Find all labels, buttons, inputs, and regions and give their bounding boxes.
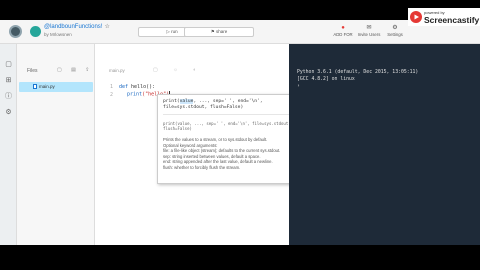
- add-for-button[interactable]: ● ADD FOR: [330, 25, 356, 37]
- console-line: Python 3.6.1 (default, Dec 2015, 13:05:1…: [297, 70, 419, 75]
- console-panel[interactable]: Python 3.6.1 (default, Dec 2015, 13:05:1…: [289, 44, 480, 245]
- tooltip-signature: print(value, ..., sep=' ', end='\n', fil…: [163, 99, 297, 115]
- files-panel: Files ▢ ▤ ⇪ main.py: [17, 44, 95, 245]
- repl-title[interactable]: @landbounFunctions! ☆: [44, 23, 110, 30]
- console-line: [GCC 4.8.2] on linux: [297, 77, 355, 82]
- settings-rail-icon[interactable]: ⚙: [4, 108, 13, 117]
- code-line[interactable]: 1 def hello():: [99, 84, 155, 90]
- file-icon: [33, 84, 37, 89]
- record-icon: ●: [341, 25, 345, 31]
- invite-icon: ✉: [366, 25, 372, 31]
- watermark-brand: Screencastify: [424, 15, 480, 25]
- editor-tab-main-py[interactable]: main.py: [99, 66, 139, 76]
- repl-logo-icon[interactable]: [9, 25, 22, 38]
- settings-label: Settings: [387, 32, 403, 37]
- editor-toolbar-icons[interactable]: ▢ ☼ ◐: [153, 67, 203, 73]
- code-keyword: print: [127, 91, 143, 98]
- info-icon[interactable]: ⓘ: [4, 92, 13, 101]
- code-text: hello():: [128, 84, 156, 90]
- signature-help-tooltip: print(value, ..., sep=' ', end='\n', fil…: [157, 94, 303, 184]
- settings-icon: ⚙: [392, 25, 398, 31]
- add-for-label: ADD FOR: [333, 32, 353, 37]
- file-name: main.py: [39, 84, 55, 89]
- tooltip-desc-line: file: a file-like object (stream); defau…: [163, 148, 281, 154]
- console-prompt: ›: [297, 84, 300, 89]
- screencastify-logo-icon: [410, 11, 422, 23]
- file-item-main-py[interactable]: main.py: [19, 82, 93, 92]
- repl-title-text: @landbounFunctions!: [44, 24, 103, 30]
- code-keyword: def: [119, 84, 129, 90]
- tooltip-subsignature: print(value, ..., sep=' ', end='\n', fil…: [163, 121, 291, 131]
- avatar[interactable]: [30, 26, 41, 37]
- video-frame: @landbounFunctions! ☆ by Mrlowsnen ▷ run …: [0, 0, 480, 270]
- repl-window: @landbounFunctions! ☆ by Mrlowsnen ▷ run …: [0, 20, 480, 245]
- screencastify-watermark: powered by Screencastify: [408, 8, 480, 26]
- packages-icon[interactable]: ⊞: [4, 76, 13, 85]
- left-icon-rail: ▢ ⊞ ⓘ ⚙: [0, 44, 17, 245]
- settings-button[interactable]: ⚙ Settings: [382, 25, 408, 37]
- tooltip-desc-line: flush: whether to forcibly flush the str…: [163, 164, 241, 170]
- line-number: 1: [109, 84, 113, 90]
- line-number: 2: [109, 91, 113, 98]
- repl-owner[interactable]: by Mrlowsnen: [44, 32, 72, 37]
- star-icon[interactable]: ☆: [104, 24, 109, 30]
- signature-active-param: value: [179, 99, 194, 104]
- share-button[interactable]: ⚑ share: [184, 27, 254, 37]
- files-title: Files: [27, 68, 38, 74]
- signature-prefix: print(: [163, 99, 180, 104]
- invite-users-button[interactable]: ✉ Invite Users: [356, 25, 382, 37]
- files-icon[interactable]: ▢: [4, 60, 13, 69]
- invite-users-label: Invite Users: [357, 32, 381, 37]
- files-toolbar-icons[interactable]: ▢ ▤ ⇪: [57, 67, 93, 73]
